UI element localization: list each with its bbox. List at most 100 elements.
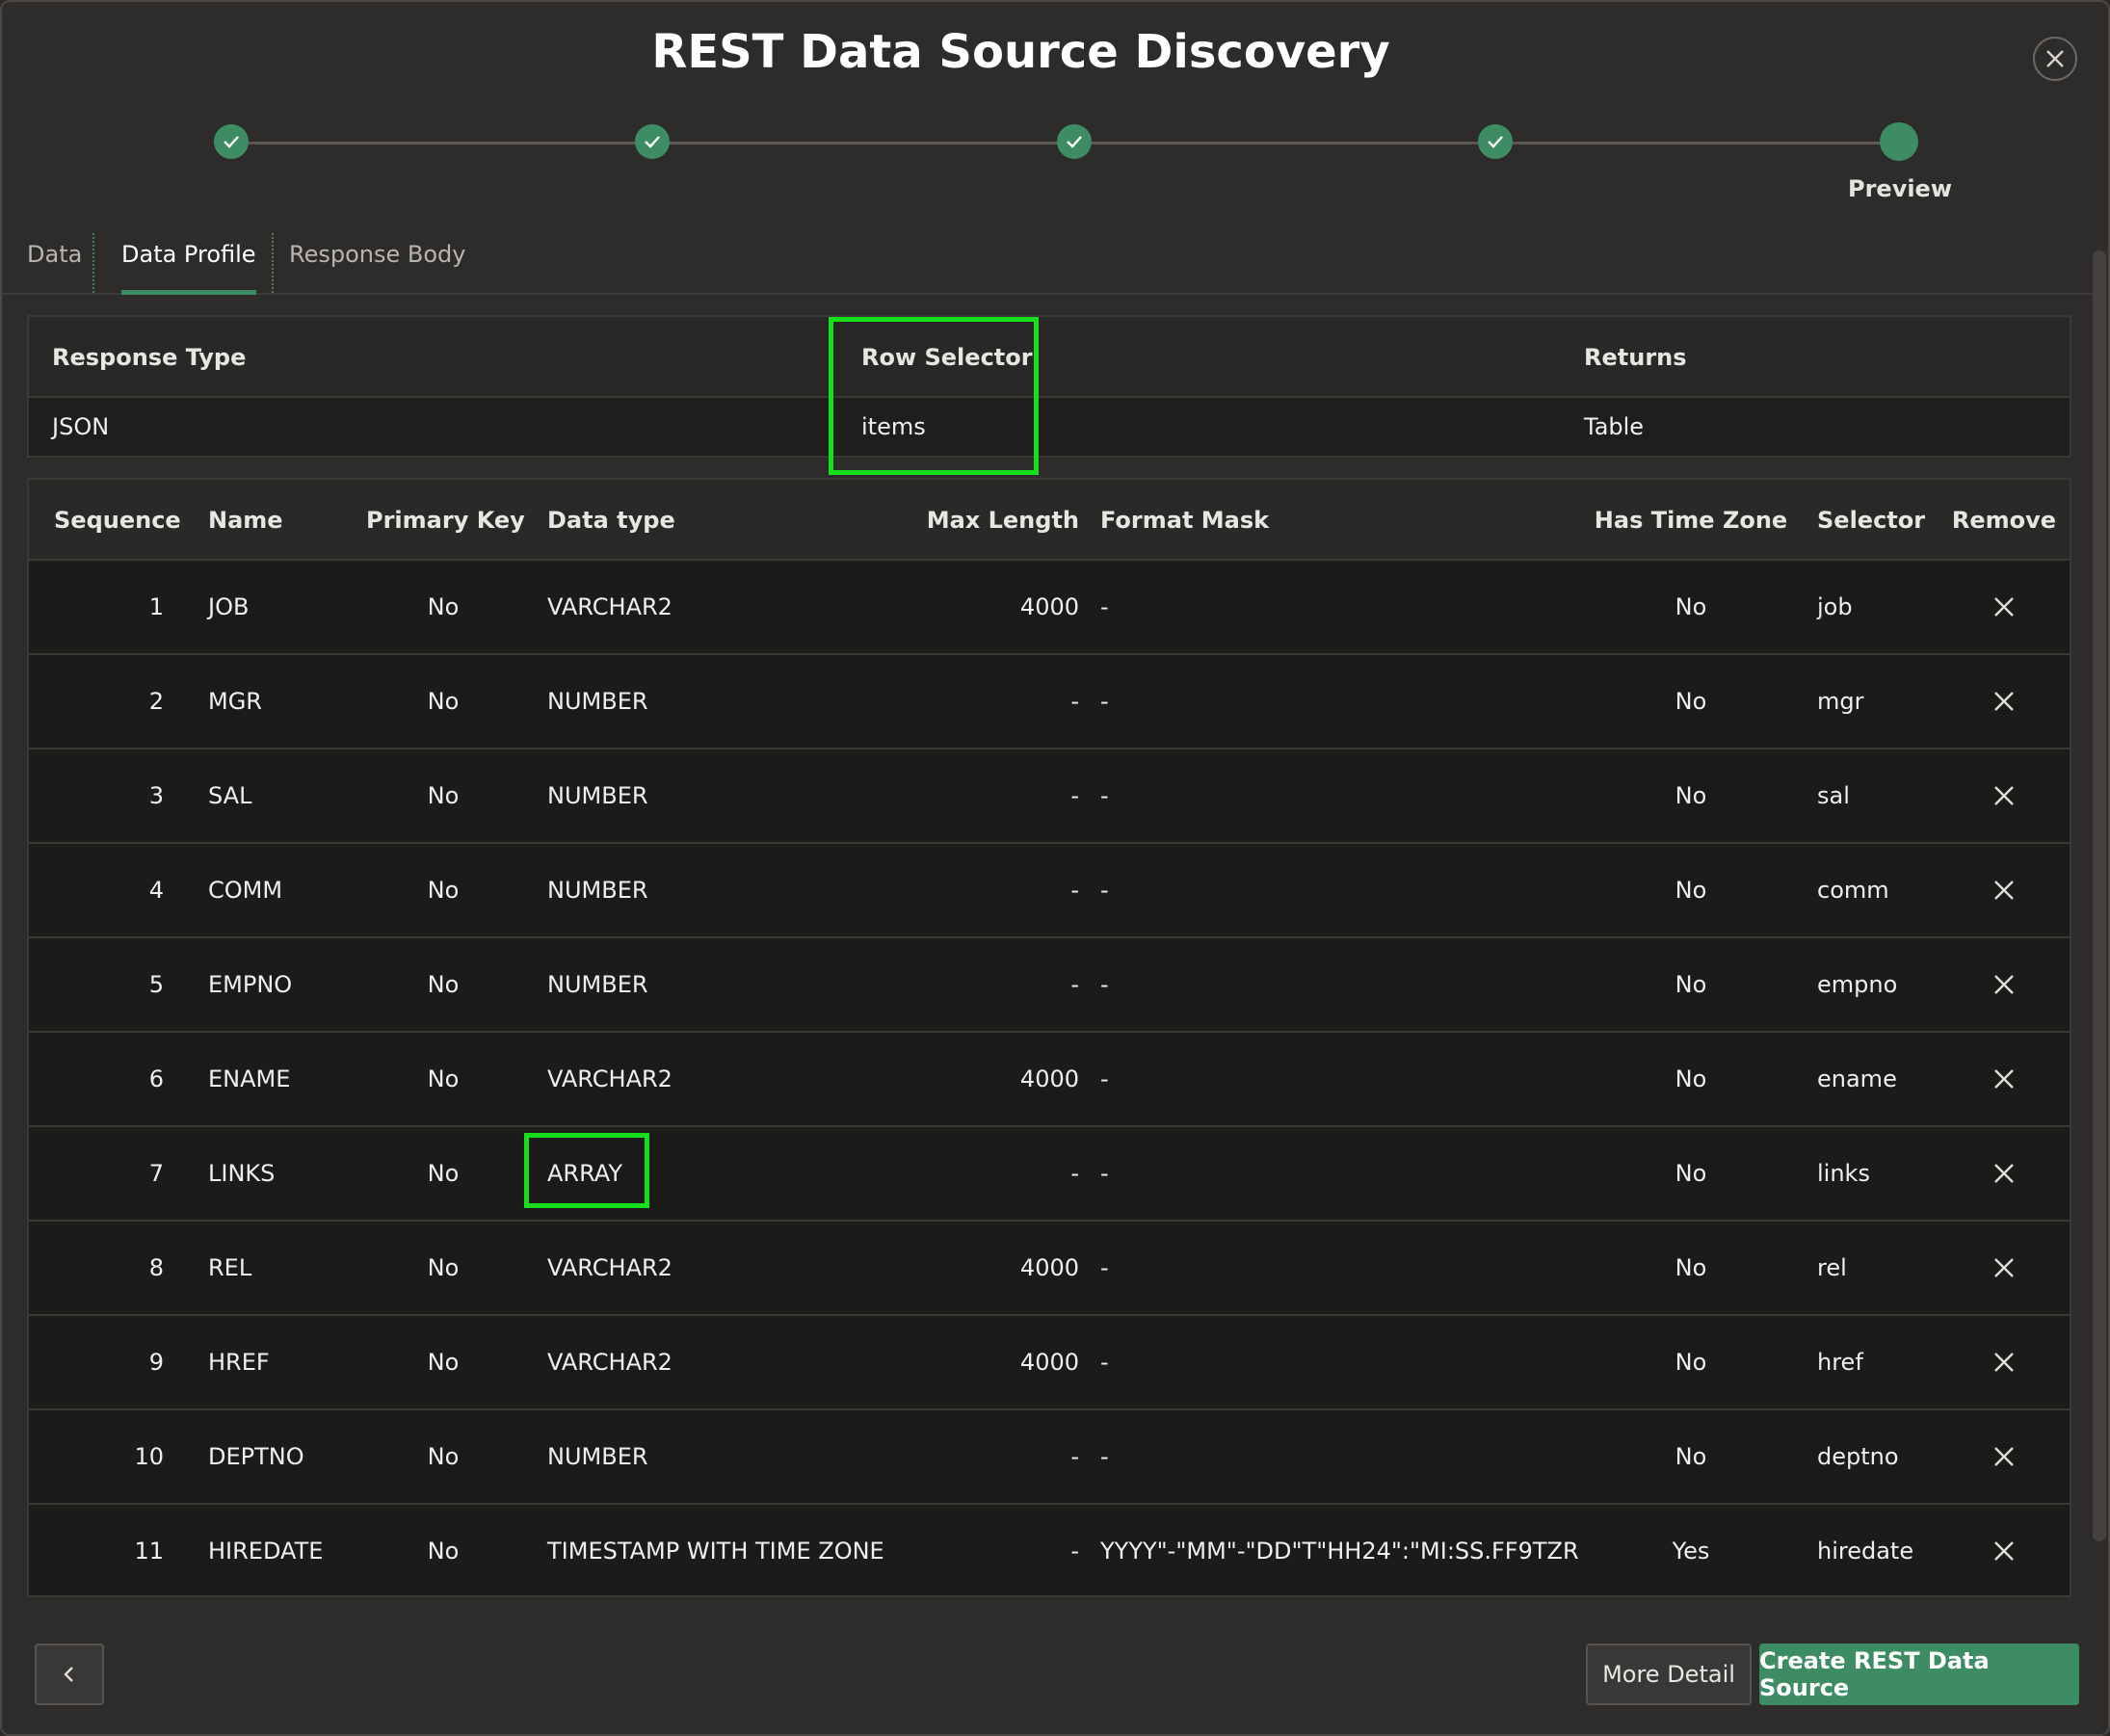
cell-name: DEPTNO <box>208 1443 304 1470</box>
cell-max-length: - <box>1070 877 1079 904</box>
returns-value: Table <box>1584 413 1645 440</box>
cell-sequence: 3 <box>148 782 164 809</box>
remove-icon[interactable] <box>1991 1254 2018 1281</box>
wizard-current-label: Preview <box>1847 175 1953 202</box>
cell-data-type: NUMBER <box>547 688 648 715</box>
remove-icon[interactable] <box>1991 1349 2018 1376</box>
table-row: 10 DEPTNO No NUMBER - - No deptno <box>29 1410 2070 1505</box>
remove-icon[interactable] <box>1991 593 2018 620</box>
column-header-data-type: Data type <box>547 507 675 534</box>
wizard-step-5-current <box>1880 122 1918 161</box>
table-row: 8 REL No VARCHAR2 4000 - No rel <box>29 1222 2070 1316</box>
remove-icon[interactable] <box>1991 1160 2018 1187</box>
column-header-remove: Remove <box>1951 507 2057 534</box>
cell-max-length: - <box>1070 1443 1079 1470</box>
cell-max-length: - <box>1070 1538 1079 1565</box>
cell-sequence: 11 <box>134 1538 164 1565</box>
check-icon <box>645 136 660 148</box>
table-header: Sequence Name Primary Key Data type Max … <box>29 480 2070 561</box>
cell-primary-key: No <box>427 877 460 904</box>
response-type-header: Response Type <box>52 344 247 371</box>
cell-primary-key: No <box>427 782 460 809</box>
summary-header: Response Type Row Selector Returns <box>29 317 2070 398</box>
cell-name: EMPNO <box>208 971 293 998</box>
cell-primary-key: No <box>427 971 460 998</box>
dialog-scrollbar[interactable] <box>2093 250 2106 1541</box>
close-button[interactable] <box>2033 37 2077 81</box>
remove-icon[interactable] <box>1991 1538 2018 1565</box>
remove-icon[interactable] <box>1991 782 2018 809</box>
cell-max-length: - <box>1070 782 1079 809</box>
cell-data-type: TIMESTAMP WITH TIME ZONE <box>547 1538 884 1565</box>
remove-icon[interactable] <box>1991 971 2018 998</box>
cell-selector: comm <box>1817 877 1889 904</box>
cell-max-length: 4000 <box>1019 593 1079 620</box>
array-type-highlight <box>524 1133 649 1208</box>
tab-response-body[interactable]: Response Body <box>289 241 465 287</box>
cell-format-mask: - <box>1100 1065 1109 1092</box>
remove-icon[interactable] <box>1991 1065 2018 1092</box>
table-row: 9 HREF No VARCHAR2 4000 - No href <box>29 1316 2070 1410</box>
check-icon <box>1067 136 1082 148</box>
cell-max-length: - <box>1070 688 1079 715</box>
cell-selector: mgr <box>1817 688 1864 715</box>
cell-selector: sal <box>1817 782 1850 809</box>
table-row: 2 MGR No NUMBER - - No mgr <box>29 655 2070 750</box>
back-button[interactable] <box>35 1644 104 1705</box>
column-header-max-length: Max Length <box>926 507 1079 534</box>
cell-name: SAL <box>208 782 252 809</box>
cell-has-time-zone: No <box>1675 1443 1707 1470</box>
cell-name: HREF <box>208 1349 270 1376</box>
wizard-step-1 <box>214 124 249 159</box>
tab-data-profile[interactable]: Data Profile <box>121 241 256 295</box>
cell-format-mask: - <box>1100 1254 1109 1281</box>
cell-format-mask: - <box>1100 1160 1109 1187</box>
cell-selector: rel <box>1817 1254 1847 1281</box>
cell-name: HIREDATE <box>208 1538 324 1565</box>
returns-header: Returns <box>1584 344 1687 371</box>
column-header-sequence: Sequence <box>54 507 181 534</box>
column-header-format-mask: Format Mask <box>1100 507 1270 534</box>
remove-icon[interactable] <box>1991 688 2018 715</box>
cell-name: LINKS <box>208 1160 276 1187</box>
cell-sequence: 9 <box>148 1349 164 1376</box>
cell-data-type: NUMBER <box>547 782 648 809</box>
cell-format-mask: YYYY"-"MM"-"DD"T"HH24":"MI:SS.FF9TZR <box>1100 1538 1579 1565</box>
cell-selector: href <box>1817 1349 1863 1376</box>
table-row: 3 SAL No NUMBER - - No sal <box>29 750 2070 844</box>
cell-data-type: VARCHAR2 <box>547 1254 673 1281</box>
cell-selector: deptno <box>1817 1443 1899 1470</box>
cell-selector: job <box>1817 593 1853 620</box>
data-profile-summary: Response Type Row Selector Returns JSON … <box>27 315 2071 458</box>
cell-name: JOB <box>208 593 250 620</box>
tab-bar: Data Data Profile Response Body <box>2 233 2093 295</box>
cell-max-length: 4000 <box>1019 1254 1079 1281</box>
cell-primary-key: No <box>427 1538 460 1565</box>
cell-data-type: VARCHAR2 <box>547 593 673 620</box>
cell-name: REL <box>208 1254 252 1281</box>
remove-icon[interactable] <box>1991 1443 2018 1470</box>
column-header-name: Name <box>208 507 283 534</box>
tab-data[interactable]: Data <box>27 241 82 287</box>
create-rest-data-source-button[interactable]: Create REST Data Source <box>1759 1644 2079 1705</box>
cell-format-mask: - <box>1100 877 1109 904</box>
cell-sequence: 8 <box>148 1254 164 1281</box>
cell-max-length: 4000 <box>1019 1065 1079 1092</box>
cell-has-time-zone: No <box>1675 782 1707 809</box>
remove-icon[interactable] <box>1991 877 2018 904</box>
cell-primary-key: No <box>427 1160 460 1187</box>
wizard-step-4 <box>1478 124 1513 159</box>
table-row: 1 JOB No VARCHAR2 4000 - No job <box>29 561 2070 655</box>
wizard-step-2 <box>635 124 670 159</box>
cell-sequence: 4 <box>148 877 164 904</box>
columns-table: Sequence Name Primary Key Data type Max … <box>27 478 2071 1597</box>
cell-has-time-zone: No <box>1675 1349 1707 1376</box>
cell-primary-key: No <box>427 1349 460 1376</box>
table-row: 6 ENAME No VARCHAR2 4000 - No ename <box>29 1033 2070 1127</box>
cell-sequence: 5 <box>148 971 164 998</box>
cell-format-mask: - <box>1100 593 1109 620</box>
cell-primary-key: No <box>427 1443 460 1470</box>
cell-format-mask: - <box>1100 1349 1109 1376</box>
close-icon <box>2046 50 2064 67</box>
more-detail-button[interactable]: More Detail <box>1586 1644 1752 1705</box>
